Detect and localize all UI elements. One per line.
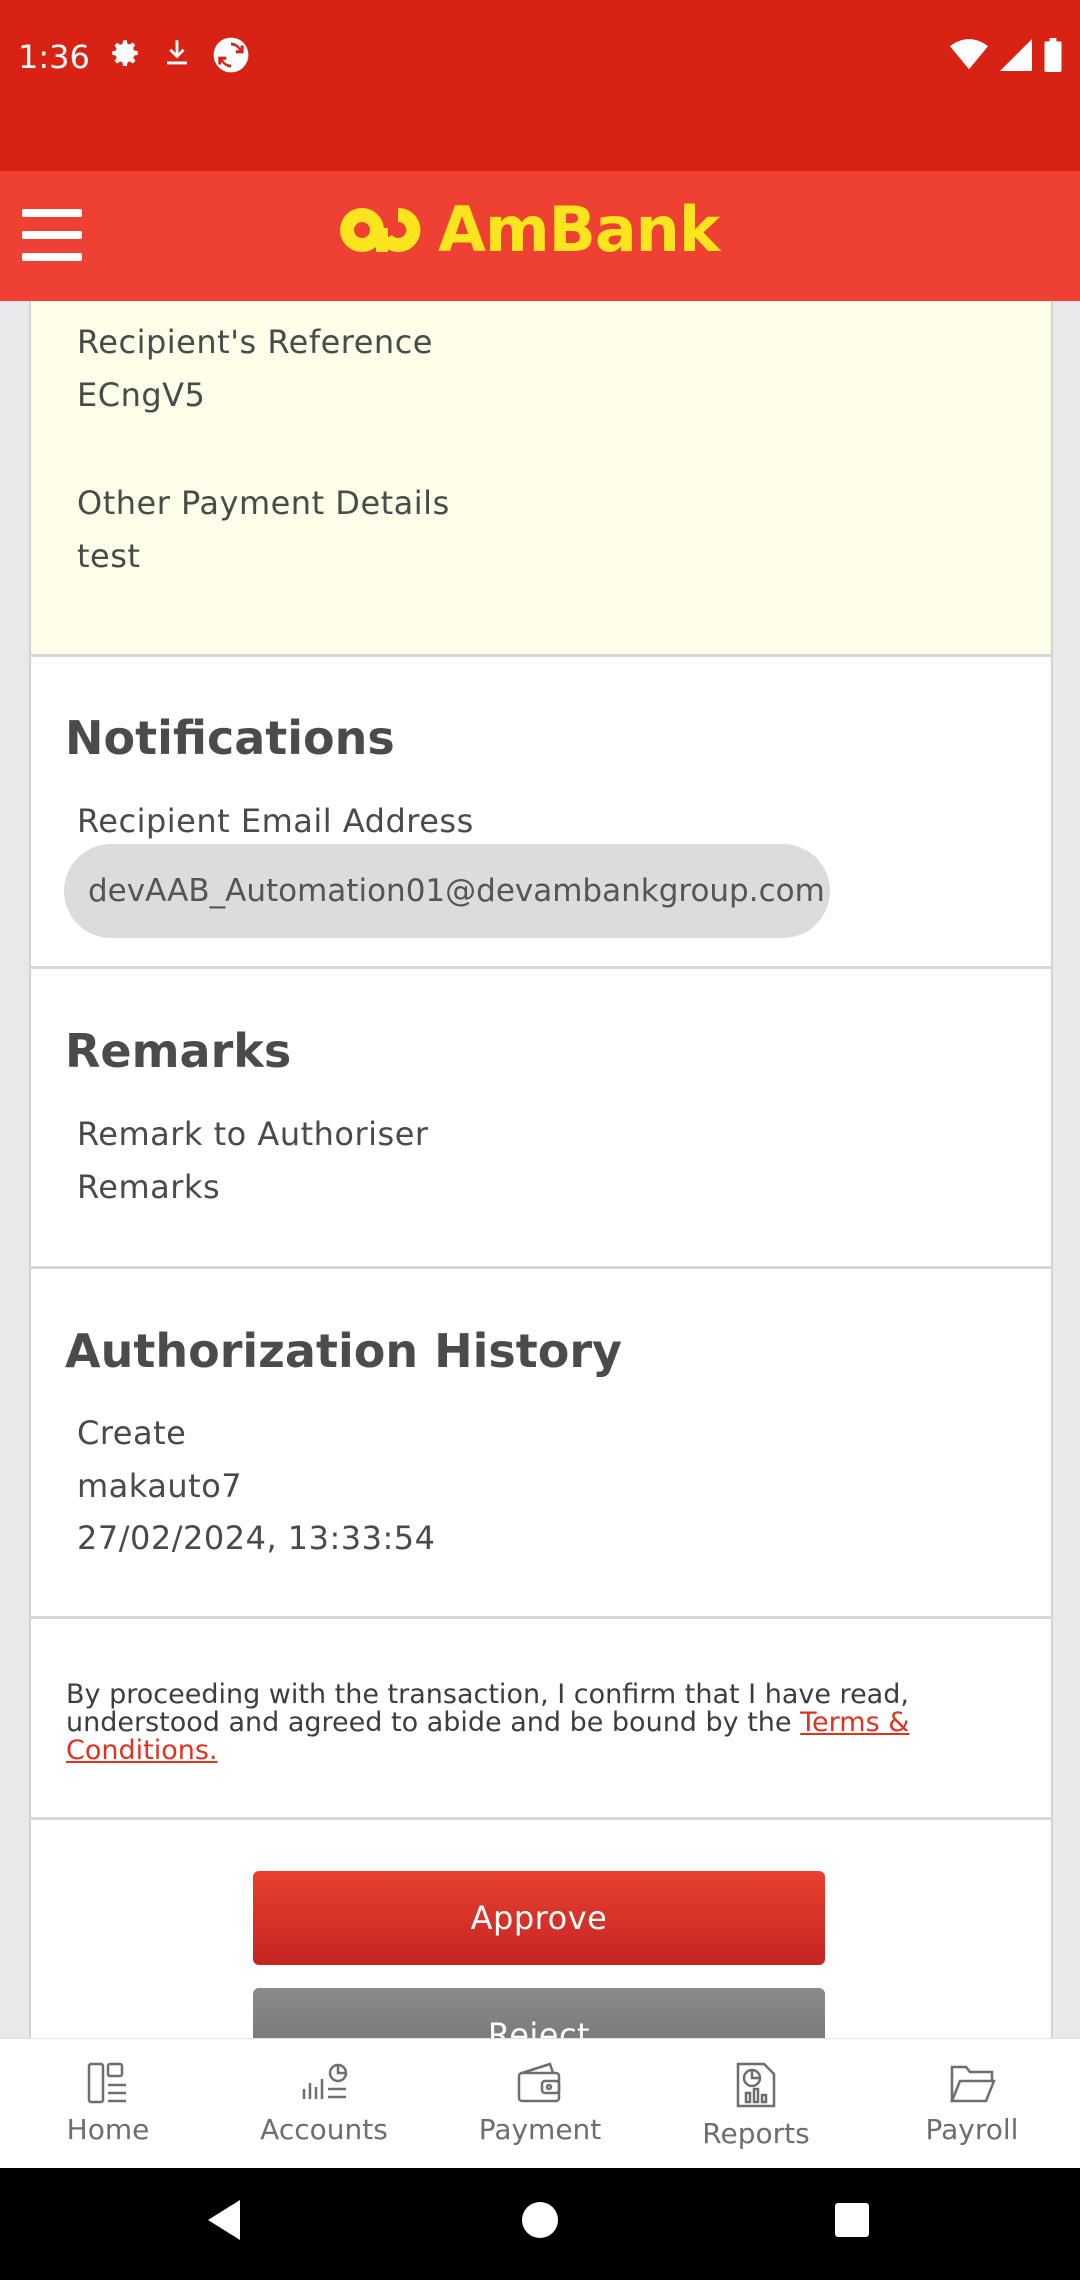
- auth-history-action: Create: [77, 1414, 187, 1452]
- nav-accounts-label: Accounts: [260, 2113, 388, 2146]
- nav-home-label: Home: [66, 2113, 150, 2146]
- system-nav-bar: [0, 2168, 1080, 2280]
- ambank-logo-icon: [340, 207, 421, 252]
- nav-payroll[interactable]: Payroll: [864, 2039, 1080, 2169]
- reject-button[interactable]: Reject: [253, 1988, 825, 2038]
- remark-value: Remarks: [77, 1168, 221, 1206]
- auth-history-title: Authorization History: [65, 1324, 622, 1378]
- back-icon[interactable]: [204, 2198, 244, 2242]
- wifi-icon: [950, 39, 988, 70]
- brand-name: AmBank: [438, 193, 720, 266]
- brand-logo: AmBank: [334, 193, 720, 266]
- battery-icon: [1044, 38, 1062, 72]
- reports-icon: [736, 2062, 776, 2108]
- remarks-title: Remarks: [65, 1024, 292, 1078]
- email-label: Recipient Email Address: [77, 802, 474, 840]
- status-icons-right: [950, 38, 1062, 72]
- nav-home[interactable]: Home: [0, 2039, 216, 2169]
- menu-button[interactable]: [22, 209, 82, 261]
- menu-bar: [22, 231, 82, 239]
- status-icons-left: [108, 36, 250, 74]
- terms-statement: By proceeding with the transaction, I co…: [66, 1681, 966, 1765]
- recipient-reference-label: Recipient's Reference: [77, 323, 433, 361]
- recents-icon[interactable]: [832, 2198, 872, 2242]
- download-icon: [167, 40, 187, 65]
- nav-reports-label: Reports: [702, 2117, 810, 2150]
- status-time: 1:36: [18, 38, 90, 76]
- folder-icon: [950, 2065, 996, 2103]
- home-icon: [87, 2062, 126, 2104]
- home-button-icon[interactable]: [520, 2198, 560, 2242]
- menu-bar: [22, 253, 82, 261]
- sync-icon: [213, 37, 249, 73]
- other-payment-label: Other Payment Details: [77, 484, 450, 522]
- nav-payroll-label: Payroll: [925, 2113, 1019, 2146]
- wallet-icon: [517, 2062, 561, 2103]
- accounts-icon: [302, 2063, 348, 2099]
- nav-payment[interactable]: Payment: [432, 2039, 648, 2169]
- auth-history-user: makauto7: [77, 1467, 243, 1505]
- signal-icon: [1000, 39, 1032, 71]
- app-header: AmBank: [0, 171, 1080, 301]
- transaction-details[interactable]: Recipient's Reference ECngV5 Other Payme…: [0, 301, 1080, 2038]
- bottom-nav: Home Accounts Payment Reports Payroll: [0, 2038, 1080, 2169]
- email-field: devAAB_Automation01@devambankgroup.com: [64, 844, 830, 938]
- settings-icon: [112, 40, 138, 67]
- auth-history-datetime: 27/02/2024, 13:33:54: [77, 1519, 436, 1557]
- terms-text: By proceeding with the transaction, I co…: [66, 1679, 909, 1738]
- nav-accounts[interactable]: Accounts: [216, 2039, 432, 2169]
- recipient-reference-value: ECngV5: [77, 376, 206, 414]
- remark-label: Remark to Authoriser: [77, 1115, 429, 1153]
- status-bar: 1:36: [0, 0, 1080, 171]
- nav-payment-label: Payment: [478, 2113, 602, 2146]
- menu-bar: [22, 209, 82, 217]
- approve-button[interactable]: Approve: [253, 1871, 825, 1965]
- nav-reports[interactable]: Reports: [648, 2039, 864, 2169]
- other-payment-value: test: [77, 537, 141, 575]
- notifications-title: Notifications: [65, 711, 395, 765]
